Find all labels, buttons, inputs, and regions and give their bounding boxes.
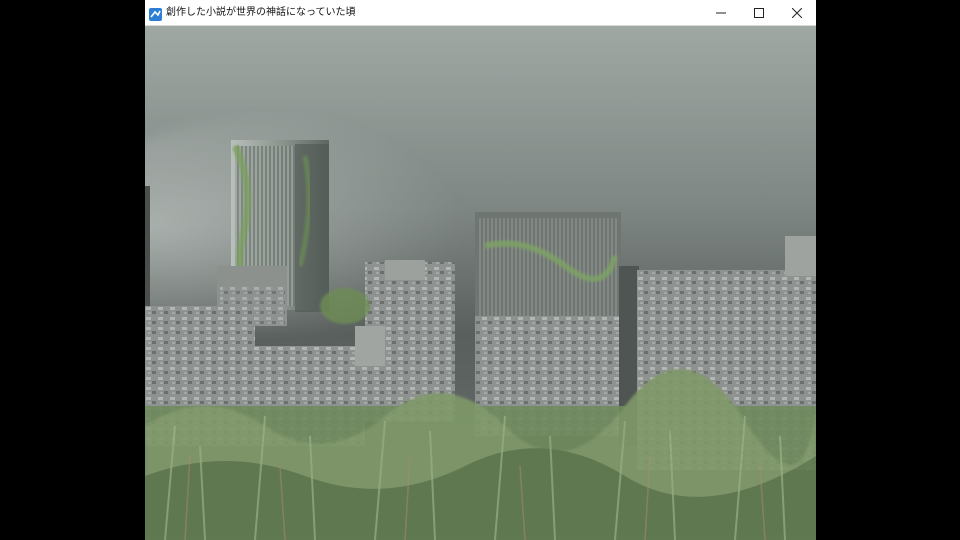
maximize-icon [754,7,764,18]
ruined-city-scene [145,26,816,540]
minimize-icon [716,8,726,18]
title-bar[interactable]: 創作した小説が世界の神話になっていた頃 [145,0,816,26]
maximize-button[interactable] [740,0,778,25]
game-window: 創作した小説が世界の神話になっていた頃 [145,0,816,540]
close-button[interactable] [778,0,816,25]
right-building [475,212,625,436]
close-icon [792,7,802,18]
game-viewport[interactable] [145,26,816,540]
minimize-button[interactable] [702,0,740,25]
window-title: 創作した小説が世界の神話になっていた頃 [166,7,356,18]
far-tower-left [145,186,150,306]
app-icon [149,6,162,21]
